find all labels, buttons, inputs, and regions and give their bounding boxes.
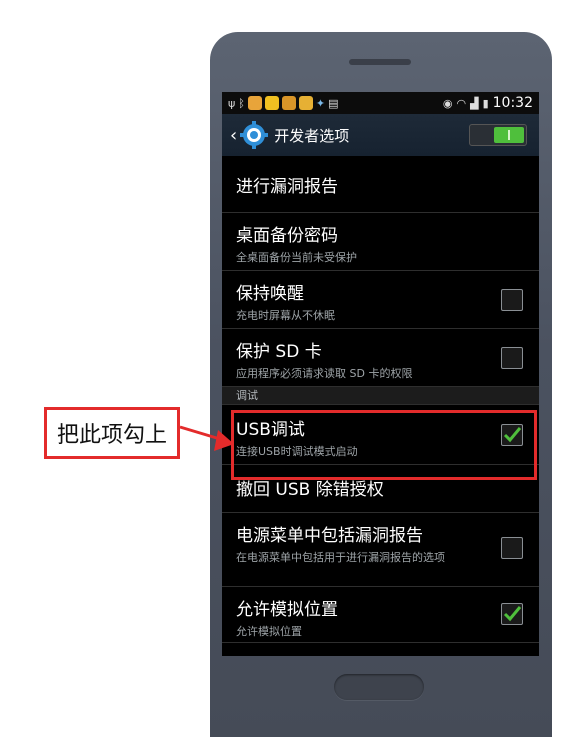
wifi-icon: ◠ xyxy=(456,96,467,110)
usb-debugging-highlight-box xyxy=(231,410,537,480)
callout-text: 把此项勾上 xyxy=(56,423,167,448)
back-chevron-icon[interactable]: ‹ xyxy=(230,125,237,146)
list-item-power-menu-bug-report[interactable]: 电源菜单中包括漏洞报告 在电源菜单中包括用于进行漏洞报告的选项 xyxy=(222,513,539,587)
item-title: 保持唤醒 xyxy=(236,284,304,304)
app-icon-2 xyxy=(264,96,279,110)
gear-icon xyxy=(240,121,269,149)
power-menu-checkbox[interactable] xyxy=(501,537,523,559)
page-title: 开发者选项 xyxy=(274,126,350,145)
item-subtitle: 允许模拟位置 xyxy=(236,625,302,638)
notification-icon: ✦ xyxy=(315,96,326,110)
item-subtitle: 在电源菜单中包括用于进行漏洞报告的选项 xyxy=(236,551,445,564)
app-icon-4 xyxy=(298,96,313,110)
item-title: 桌面备份密码 xyxy=(236,226,338,246)
phone-speaker xyxy=(349,59,411,65)
item-title: 电源菜单中包括漏洞报告 xyxy=(236,526,423,546)
item-subtitle: 应用程序必须请求读取 SD 卡的权限 xyxy=(236,367,413,380)
home-button[interactable] xyxy=(334,674,424,700)
list-item-stay-awake[interactable]: 保持唤醒 充电时屏幕从不休眠 xyxy=(222,271,539,329)
item-subtitle: 充电时屏幕从不休眠 xyxy=(236,309,335,322)
app-icon-3 xyxy=(281,96,296,110)
check-icon xyxy=(503,606,522,622)
eye-icon: ◉ xyxy=(442,96,453,110)
app-icon-1 xyxy=(247,96,262,110)
section-header-debug: 调试 xyxy=(222,387,539,405)
bluetooth-icon: ᛒ xyxy=(238,96,245,110)
clock: 10:32 xyxy=(492,95,533,111)
item-title: 允许模拟位置 xyxy=(236,600,338,620)
item-title: 保护 SD 卡 xyxy=(236,342,322,362)
document-icon: ▤ xyxy=(328,96,339,110)
list-item-backup-password[interactable]: 桌面备份密码 全桌面备份当前未受保护 xyxy=(222,213,539,271)
mock-location-checkbox[interactable] xyxy=(501,603,523,625)
list-item-mock-location[interactable]: 允许模拟位置 允许模拟位置 xyxy=(222,587,539,643)
title-bar: ‹ 开发者选项 xyxy=(222,114,539,156)
usb-icon: ψ xyxy=(228,96,236,110)
signal-icon: ▟ xyxy=(470,96,479,110)
battery-icon: ▮ xyxy=(482,96,489,110)
item-subtitle: 全桌面备份当前未受保护 xyxy=(236,251,357,264)
annotation-callout: 把此项勾上 xyxy=(44,407,180,459)
protect-sd-checkbox[interactable] xyxy=(501,347,523,369)
phone-screen: ψ ᛒ ✦ ▤ ◉ ◠ ▟ ▮ 10:32 ‹ 开发者选项 进行漏洞报告 桌面备… xyxy=(222,92,539,656)
settings-list: 进行漏洞报告 桌面备份密码 全桌面备份当前未受保护 保持唤醒 充电时屏幕从不休眠… xyxy=(222,156,539,643)
stay-awake-checkbox[interactable] xyxy=(501,289,523,311)
annotation-arrow-icon xyxy=(179,425,234,451)
developer-options-toggle[interactable] xyxy=(469,124,527,146)
status-bar: ψ ᛒ ✦ ▤ ◉ ◠ ▟ ▮ 10:32 xyxy=(222,92,539,114)
list-item-bug-report[interactable]: 进行漏洞报告 xyxy=(222,156,539,213)
list-item-protect-sd[interactable]: 保护 SD 卡 应用程序必须请求读取 SD 卡的权限 xyxy=(222,329,539,387)
item-title: 进行漏洞报告 xyxy=(236,177,338,197)
